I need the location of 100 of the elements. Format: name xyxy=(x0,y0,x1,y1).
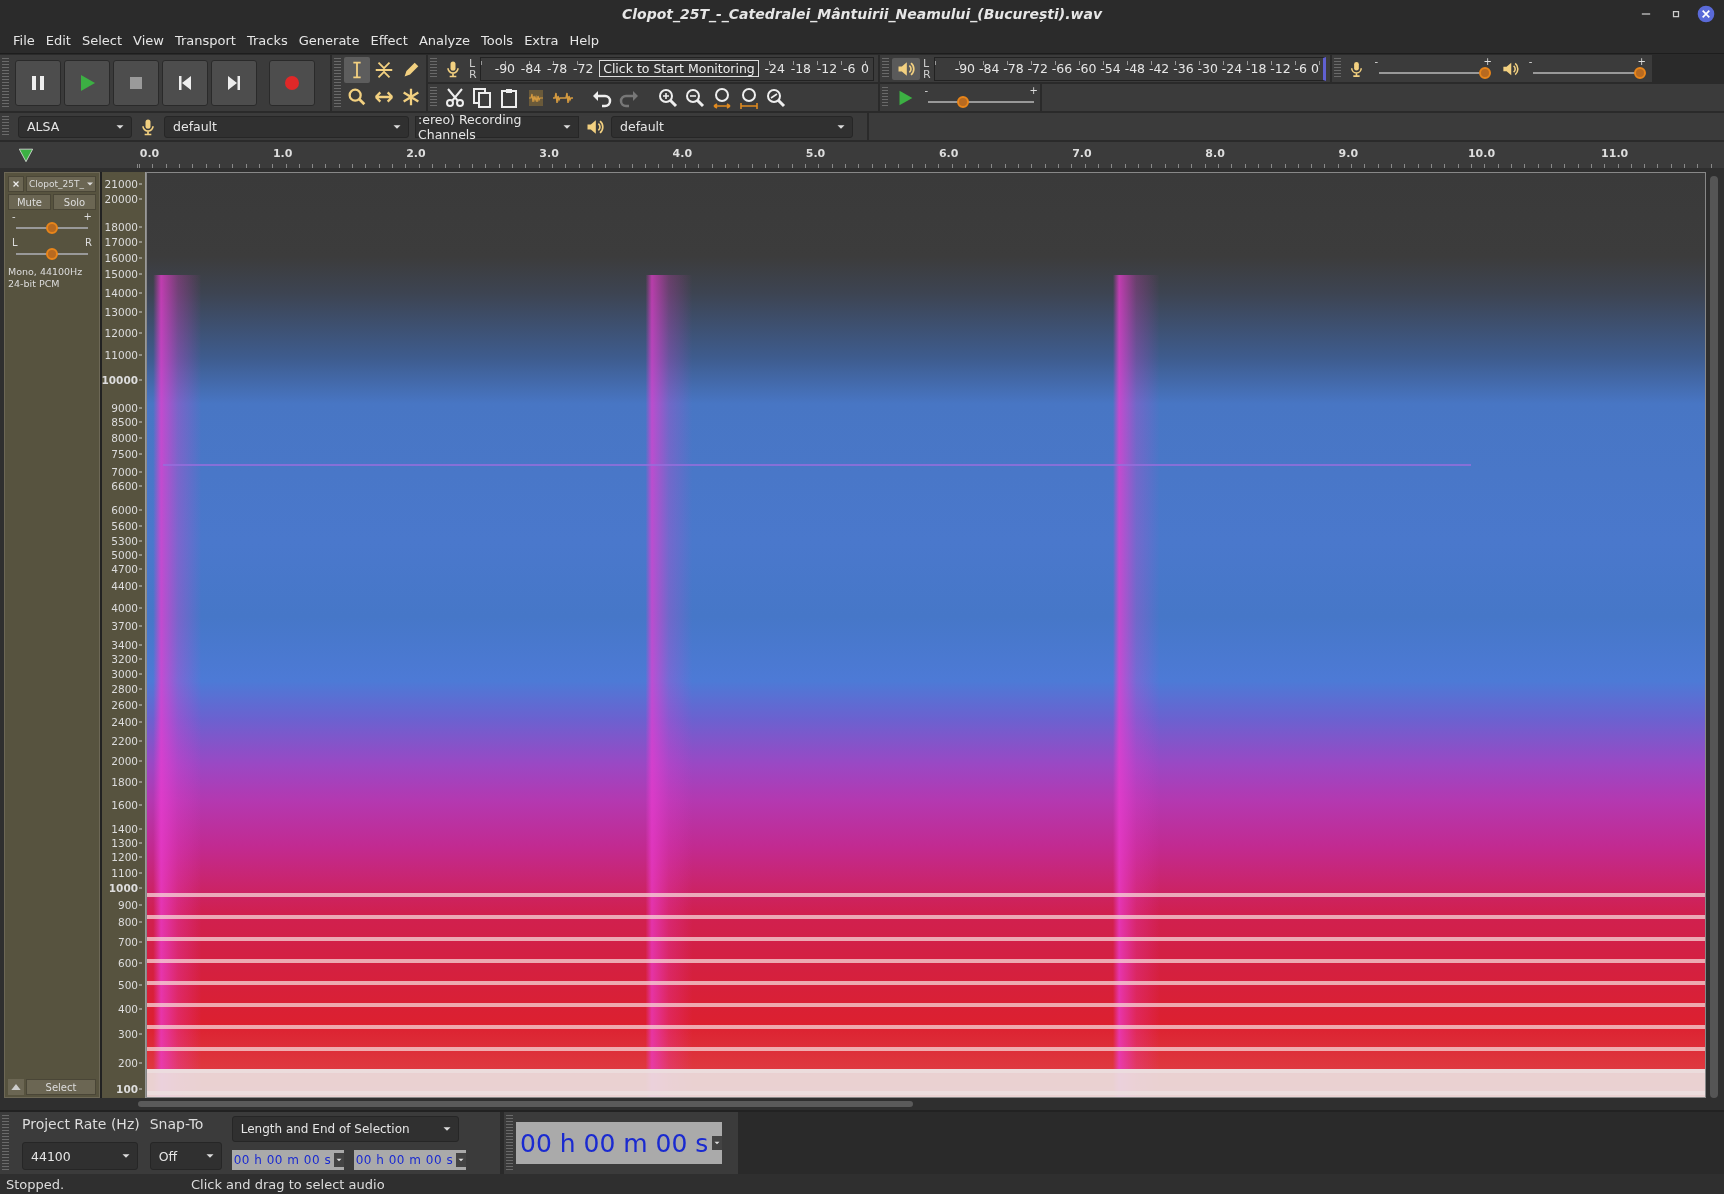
toolbar-grip[interactable] xyxy=(882,87,889,108)
time-field[interactable]: 00 h 00 m 00 s xyxy=(353,1150,466,1170)
recording-channels-dropdown[interactable]: :ereo) Recording Channels xyxy=(415,115,579,138)
horizontal-scrollbar[interactable] xyxy=(138,1101,913,1107)
frequency-label: 18000 xyxy=(104,221,142,233)
volume-slider[interactable]: - + xyxy=(1526,56,1648,81)
time-label: 8.0 xyxy=(1205,147,1225,160)
toolbar-grip[interactable] xyxy=(1334,58,1341,79)
fit-project-icon[interactable] xyxy=(737,85,761,110)
slider-thumb[interactable] xyxy=(46,248,58,260)
frequency-label: 3200 xyxy=(111,653,142,665)
slider-thumb[interactable] xyxy=(1633,66,1646,79)
menu-item[interactable]: Effect xyxy=(365,31,414,50)
frequency-label: 200 xyxy=(117,1057,142,1069)
meter-label: -36 xyxy=(1173,61,1194,76)
frequency-label: 1200 xyxy=(111,851,142,863)
frequency-label: 100 xyxy=(116,1083,142,1095)
frequency-label: 11000 xyxy=(104,349,142,361)
slider-min-label: - xyxy=(1528,56,1533,66)
playback-meter[interactable]: -90 -84 -78 -72 -66 -60 -54 -48 -42 -36 -30 -24 -18 -12 -6 0 xyxy=(933,56,1326,81)
channel-label: R xyxy=(469,68,477,80)
toolbar-grip[interactable] xyxy=(882,58,889,79)
meter-label: -60 xyxy=(1076,61,1097,76)
frequency-label: 1300 xyxy=(111,837,142,849)
time-label: 0.0 xyxy=(139,147,160,160)
menu-item[interactable]: Help xyxy=(564,31,606,50)
meter-label: -18 xyxy=(1246,61,1267,76)
selection-mode-dropdown[interactable]: Length and End of Selection xyxy=(231,1116,459,1142)
slider-max-label: + xyxy=(1029,85,1038,95)
slider-thumb[interactable] xyxy=(1478,66,1491,79)
vertical-scrollbar[interactable] xyxy=(1710,176,1718,1098)
meter-label: -90 xyxy=(494,61,516,76)
slider-max-label: R xyxy=(85,238,92,247)
meter-label: -78 xyxy=(1003,61,1024,76)
frequency-label: 700 xyxy=(117,936,142,948)
time-label: 9.0 xyxy=(1338,147,1359,160)
frequency-label: 2600 xyxy=(111,699,142,711)
menu-item[interactable]: Select xyxy=(76,31,129,50)
snap-to-label: Snap-To xyxy=(149,1116,205,1132)
time-label: 3.0 xyxy=(539,147,559,160)
menu-item[interactable]: Generate xyxy=(293,31,366,50)
close-track-button[interactable] xyxy=(8,176,24,192)
frequency-label: 4400 xyxy=(111,580,142,592)
meter-label: -48 xyxy=(1124,61,1146,76)
slider-thumb[interactable] xyxy=(957,95,970,108)
frequency-label: 5000 xyxy=(111,549,142,561)
project-rate-dropdown[interactable]: 44100 xyxy=(22,1142,138,1170)
menu-item[interactable]: Tracks xyxy=(241,31,294,50)
frequency-label: 1600 xyxy=(111,799,142,811)
meter-label: 0 xyxy=(1310,61,1319,76)
monitor-prompt[interactable]: Click to Start Monitoring xyxy=(599,60,759,77)
slider-thumb[interactable] xyxy=(46,222,58,234)
menu-item[interactable]: Edit xyxy=(40,31,77,50)
time-display[interactable]: 00 h 00 m 00 s xyxy=(516,1122,722,1164)
slider-max-label: + xyxy=(83,212,92,221)
audio-host-dropdown[interactable]: ALSA xyxy=(18,115,132,138)
recording-device-dropdown[interactable]: default xyxy=(164,115,409,138)
copy-icon[interactable] xyxy=(470,85,494,110)
caret-icon xyxy=(712,1136,722,1150)
transport-button[interactable] xyxy=(15,60,61,106)
menu-item[interactable]: View xyxy=(128,31,170,50)
gain-slider[interactable]: - + xyxy=(10,212,94,236)
meter-label: -42 xyxy=(1148,61,1170,76)
slider-min-label: - xyxy=(1374,56,1379,66)
toolbar-grip[interactable] xyxy=(334,58,341,108)
select-button[interactable]: Select xyxy=(26,1079,96,1095)
menu-item[interactable]: Extra xyxy=(519,31,565,50)
transport-button[interactable] xyxy=(162,60,208,106)
solo-button[interactable]: Solo xyxy=(53,194,96,210)
mute-button[interactable]: Mute xyxy=(8,194,51,210)
toolbar-grip[interactable] xyxy=(430,58,437,79)
frequency-label: 1100 xyxy=(111,867,142,879)
meter-label: -66 xyxy=(1051,61,1073,76)
transport-button[interactable] xyxy=(211,60,257,106)
frequency-label: 1400 xyxy=(111,823,142,835)
toolbar-grip[interactable] xyxy=(506,1115,513,1171)
transport-button[interactable] xyxy=(113,60,159,106)
time-field[interactable]: 00 h 00 m 00 s xyxy=(231,1150,344,1170)
caret-icon xyxy=(333,1153,344,1167)
menu-item[interactable]: File xyxy=(8,31,41,50)
track-name-menu[interactable]: Clopot_25T_ xyxy=(26,176,96,192)
frequency-label: 14000 xyxy=(104,287,142,299)
close-icon xyxy=(11,179,21,189)
playback-device-dropdown[interactable]: default xyxy=(611,115,853,138)
menu-item[interactable]: Tools xyxy=(476,31,520,50)
menu-item[interactable]: Transport xyxy=(169,31,242,50)
transport-button[interactable] xyxy=(64,60,110,106)
volume-slider[interactable]: - + xyxy=(1372,56,1494,81)
close-icon[interactable] xyxy=(1696,4,1716,24)
toolbar-grip[interactable] xyxy=(430,87,437,108)
pan-slider[interactable]: L R xyxy=(10,238,94,262)
recording-meter[interactable]: -90 -84 -78 -72 Click to Start Monitoring -24 -18 -12 -6 0 xyxy=(479,56,874,81)
track-info: Mono, 44100Hz 24-bit PCM xyxy=(8,266,84,290)
meter-label: -24 xyxy=(764,61,785,76)
time-label: 5.0 xyxy=(805,147,826,160)
frequency-label: 12000 xyxy=(104,327,142,339)
slider-max-label: + xyxy=(1483,56,1492,66)
menu-item[interactable]: Analyze xyxy=(413,31,477,50)
snap-to-dropdown[interactable]: Off xyxy=(149,1142,222,1170)
meter-label: -78 xyxy=(546,61,568,76)
